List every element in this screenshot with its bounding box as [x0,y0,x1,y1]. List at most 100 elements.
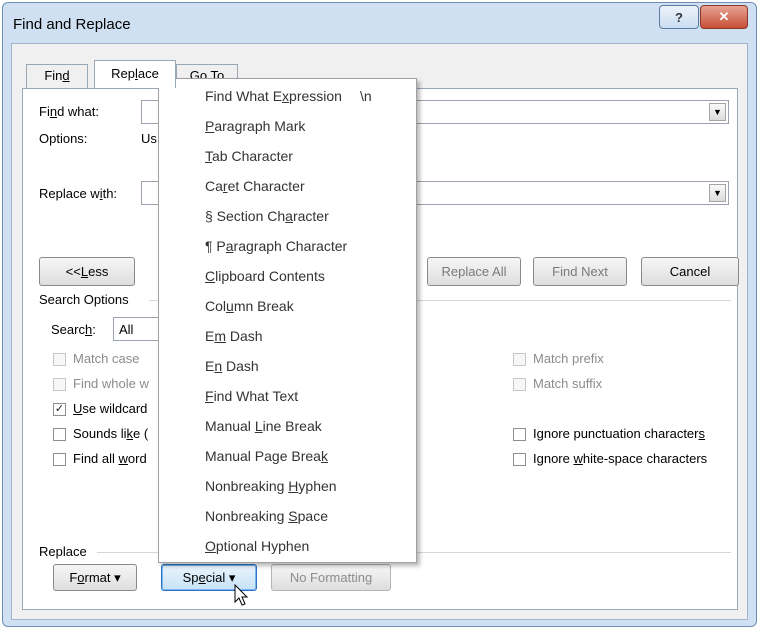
button-label: Replace All [441,264,507,279]
menu-item-nonbreaking-hyphen[interactable]: Nonbreaking Hyphen [160,471,415,501]
find-what-dropdown-button[interactable]: ▼ [709,103,726,121]
menu-item-label: Nonbreaking [205,508,289,524]
menu-item-manual-page-break[interactable]: Manual Page Break [160,441,415,471]
menu-item-find-what-text[interactable]: Find What Text [160,381,415,411]
button-label: Sp [182,570,199,585]
replace-with-dropdown-button[interactable]: ▼ [709,184,726,202]
dialog-title: Find and Replace [13,16,131,33]
mouse-pointer-icon [234,583,250,611]
ignore-punctuation-checkbox[interactable] [513,428,526,441]
label-text: Searc [51,322,85,337]
title-bar[interactable]: Find and Replace ? ✕ [3,3,756,43]
menu-item-accelerator: x [282,88,290,104]
replace-section-heading: Replace [39,544,87,559]
menu-item-label: § Section Ch [205,208,286,224]
match-suffix-label: Match suffix [533,376,603,391]
menu-item-accelerator: F [205,388,214,404]
menu-item-label: yphen [298,478,337,494]
label-text: Ignore punctuation character [533,426,699,441]
label-accelerator: U [73,401,83,416]
find-whole-words-label: Find whole w [73,376,149,391]
menu-item-accelerator: L [254,418,263,434]
menu-item-manual-line-break[interactable]: Manual Line Break [160,411,415,441]
menu-item-accelerator: C [205,268,216,284]
label-accelerator: w [573,451,583,466]
menu-item-accelerator: S [288,508,298,524]
button-label: F [69,570,78,585]
ignore-punctuation-label: Ignore punctuation characters [533,426,705,441]
menu-item-accelerator: O [205,538,216,554]
match-prefix-label: Match prefix [533,351,604,366]
cancel-button[interactable]: Cancel [641,257,739,286]
label-text: e ( [132,426,149,441]
menu-item-accelerator: a [285,208,293,224]
menu-item-em-dash[interactable]: Em Dash [160,321,415,351]
no-formatting-button[interactable]: No Formatting [271,564,391,591]
menu-item-accelerator: a [225,238,234,254]
search-direction-label: Search: [51,322,96,337]
menu-item-tab-character[interactable]: Tab Character [160,141,415,171]
label-accelerator: s [698,426,706,441]
menu-item-en-dash[interactable]: En Dash [160,351,415,381]
match-case-label: Match case [73,351,140,366]
menu-item-column-break[interactable]: Column Break [160,291,415,321]
ignore-whitespace-label: Ignore white-space characters [533,451,707,466]
match-prefix-checkbox[interactable] [513,353,526,366]
label-text: Find all [73,451,119,466]
menu-item-label: Dash [226,328,263,344]
label-text: hite-space characters [582,451,708,466]
menu-item-label: Find What E [205,88,283,104]
menu-item-accelerator: m [214,328,227,344]
button-label: No Formatting [289,570,373,585]
use-wildcards-label: Use wildcard [73,401,147,416]
menu-item-label: Ca [205,178,223,194]
label-text: se wildcard [82,401,148,416]
menu-item-accelerator: k [320,448,328,464]
menu-item-label: E [205,358,215,374]
menu-item-nonbreaking-space[interactable]: Nonbreaking Space [160,501,415,531]
menu-item-optional-hyphen[interactable]: Optional Hyphen [160,531,415,561]
tab-find[interactable]: Find [26,64,88,88]
button-label: << [65,264,81,279]
menu-item-caret-character[interactable]: Caret Character [160,171,415,201]
ignore-whitespace-checkbox[interactable] [513,453,526,466]
menu-item-label: aragraph Mark [214,118,306,134]
chevron-down-icon: ▼ [713,107,722,117]
label-text: Fi [39,104,50,119]
find-whole-words-checkbox[interactable] [53,378,66,391]
menu-item-label: ¶ P [205,238,226,254]
format-button[interactable]: Fo rmat ▾ [53,564,137,591]
label-accelerator: n [49,104,58,119]
label-text: Replace w [39,186,100,201]
special-dropdown-menu: Find What Expression \n Paragraph Mark Ta… [158,78,417,563]
menu-item-find-what-expression[interactable]: Find What Expression \n [160,81,415,111]
match-case-checkbox[interactable] [53,353,66,366]
menu-item-label: E [205,328,215,344]
menu-item-label: ind What Text [213,388,299,404]
close-icon: ✕ [718,9,730,24]
button-accelerator: L [80,264,89,279]
tab-label: ace [137,66,159,81]
search-options-heading: Search Options [39,292,129,307]
use-wildcards-checkbox[interactable]: ✓ [53,403,66,416]
sounds-like-checkbox[interactable] [53,428,66,441]
close-button[interactable]: ✕ [700,5,748,29]
replace-all-button[interactable]: Replace All [427,257,521,286]
menu-item-paragraph-character[interactable]: ¶ Paragraph Character [160,231,415,261]
less-button[interactable]: << Less [39,257,135,286]
menu-item-label: Manual [205,418,255,434]
label-text: d what: [57,104,99,119]
menu-item-section-character[interactable]: § Section Character [160,201,415,231]
match-suffix-checkbox[interactable] [513,378,526,391]
help-button[interactable]: ? [659,5,699,29]
menu-item-clipboard-contents[interactable]: Clipboard Contents [160,261,415,291]
tab-replace[interactable]: Replace [94,60,176,88]
menu-item-paragraph-mark[interactable]: Paragraph Mark [160,111,415,141]
menu-item-label: lipboard Contents [215,268,325,284]
find-all-word-forms-checkbox[interactable] [53,453,66,466]
label-accelerator: w [118,451,128,466]
find-next-button[interactable]: Find Next [533,257,627,286]
menu-item-label: ptional Hyphen [215,538,310,554]
label-text: th: [102,186,118,201]
options-value: Us [141,131,157,146]
